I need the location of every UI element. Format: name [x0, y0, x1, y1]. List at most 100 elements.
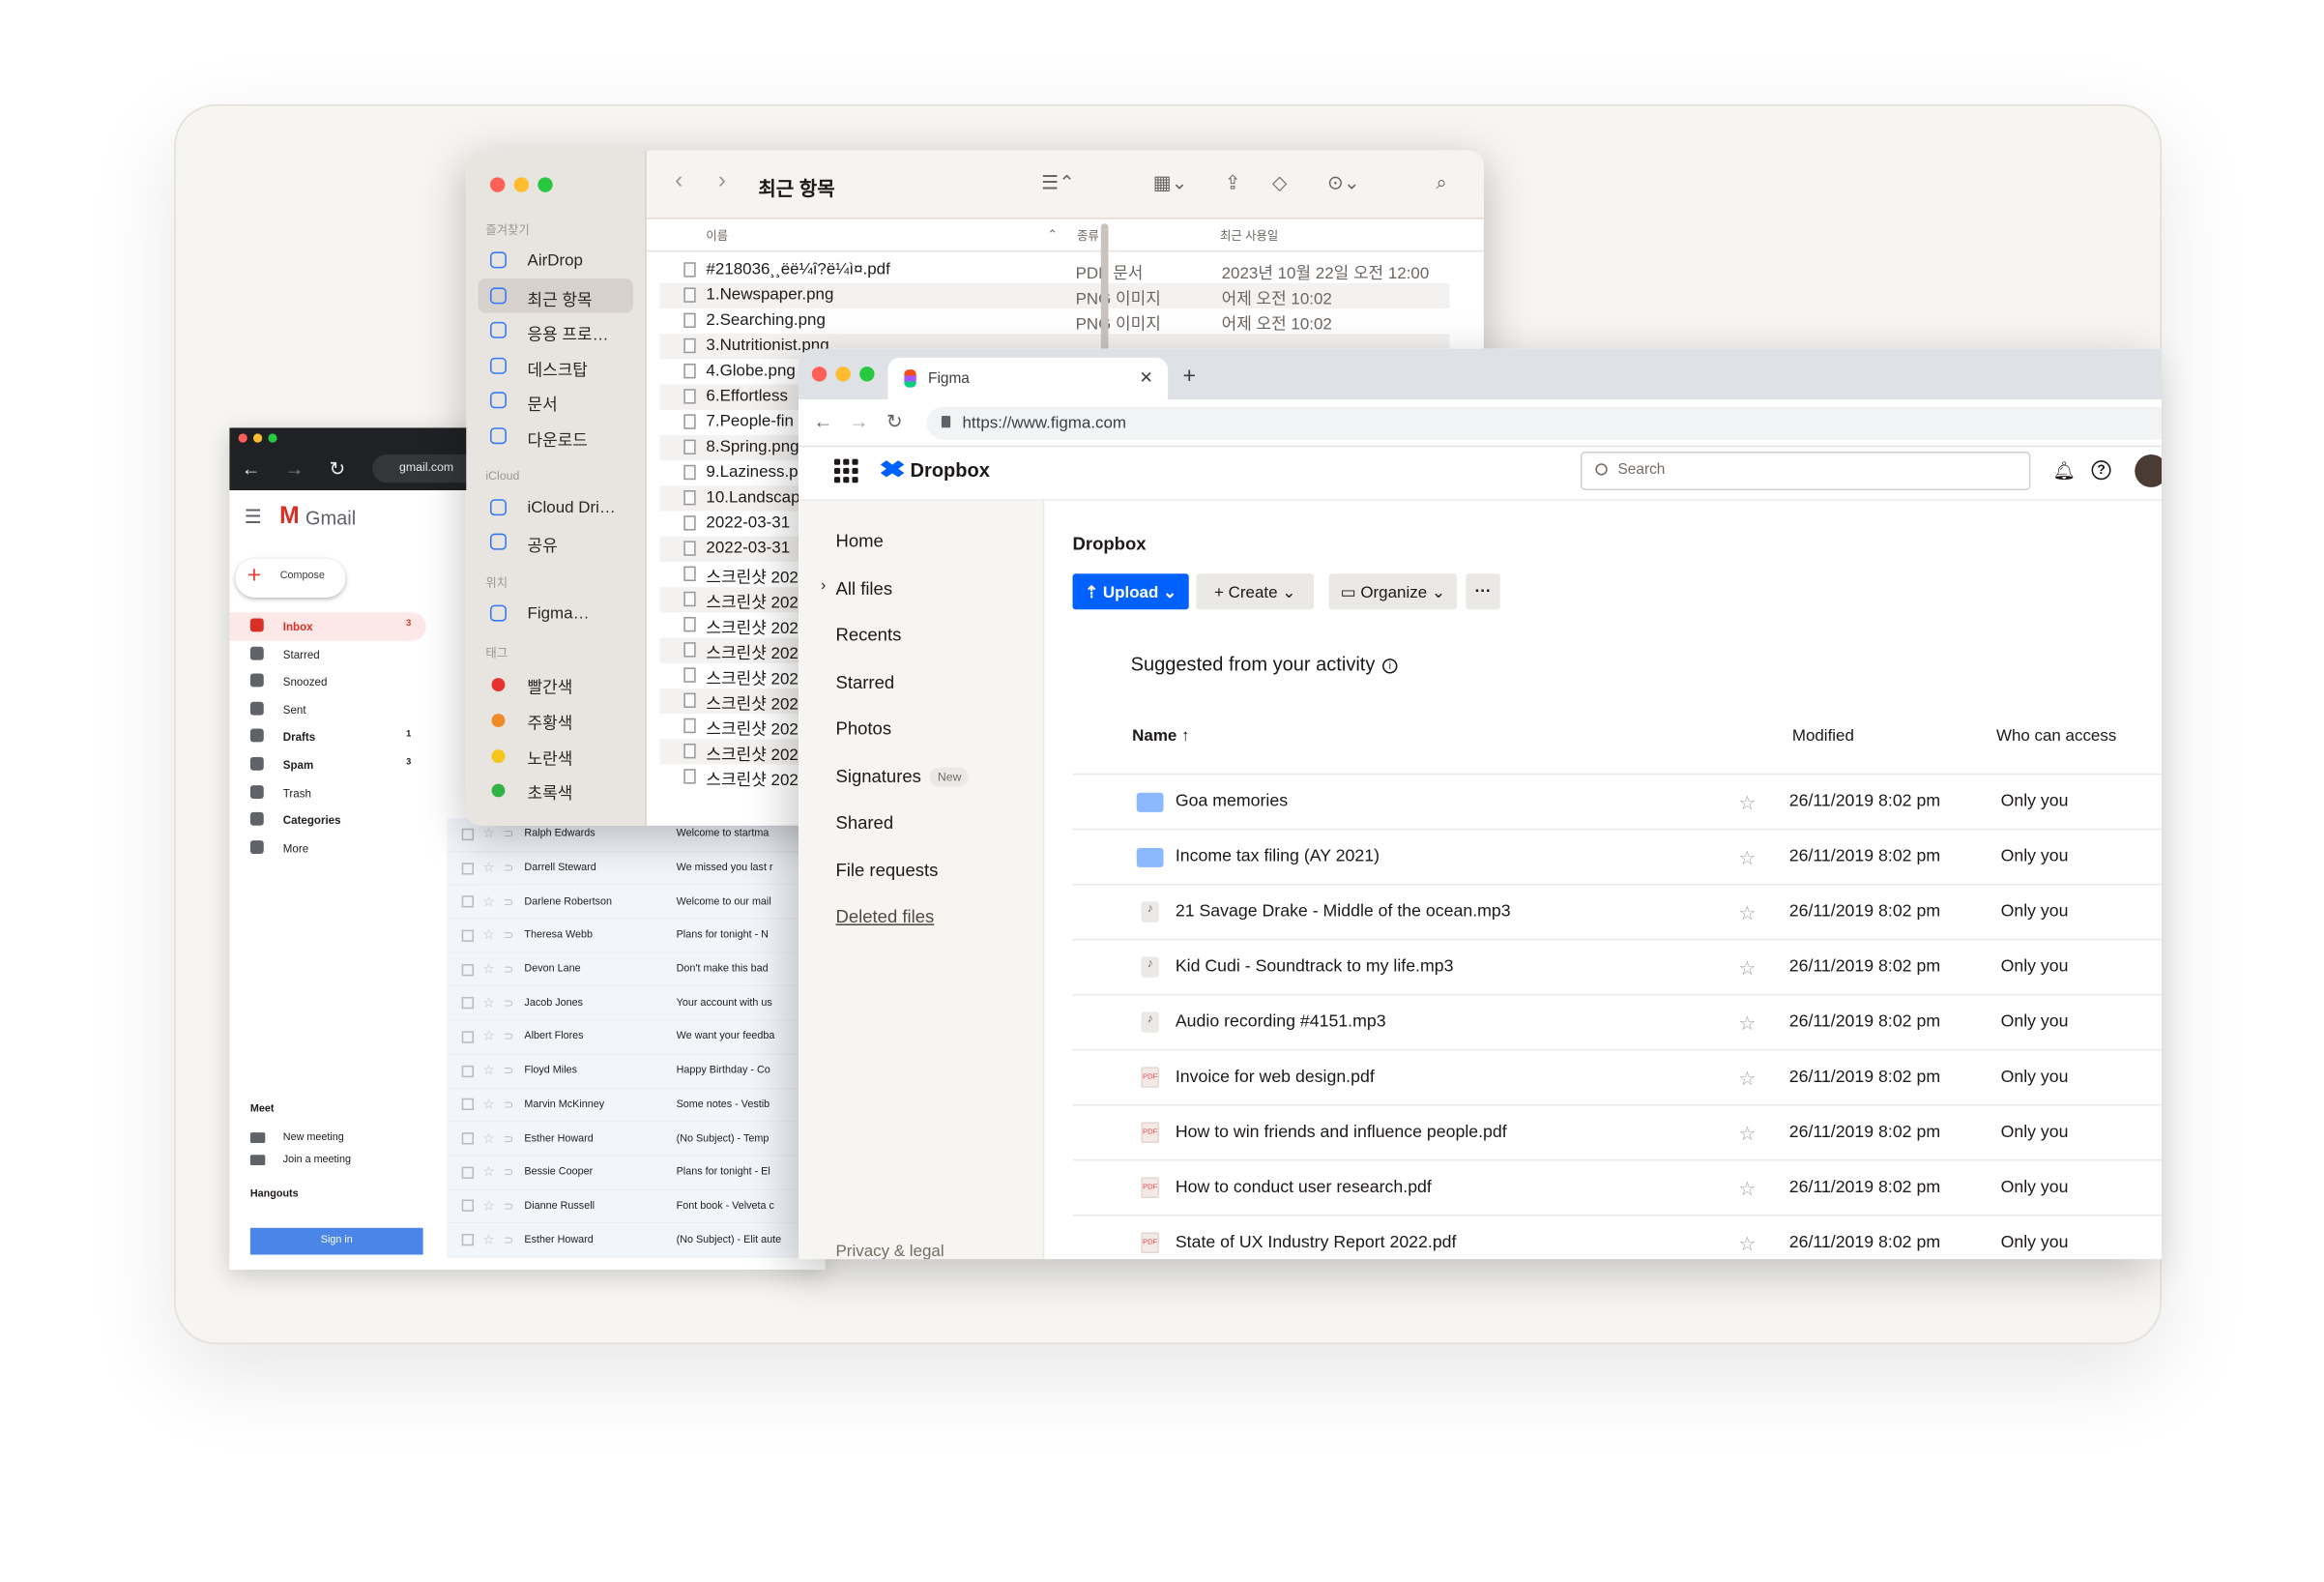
important-icon[interactable]: ⊃ — [504, 1098, 525, 1111]
star-icon[interactable]: ☆ — [482, 894, 504, 910]
group-icon[interactable]: ▦⌄ — [1153, 171, 1188, 195]
nav-all-files[interactable]: › All files — [799, 553, 1043, 601]
close-dot[interactable] — [811, 366, 828, 382]
file-row[interactable]: 1.Newspaper.png PNG 이미지 어제 오전 10:02 — [659, 282, 1450, 308]
star-icon[interactable]: ☆ — [1738, 956, 1756, 981]
important-icon[interactable]: ⊃ — [504, 1131, 525, 1145]
email-row[interactable]: ☆ ⊃ Floyd Miles Happy Birthday - Co — [447, 1054, 820, 1089]
dropbox-logo[interactable]: Dropbox — [880, 459, 990, 482]
important-icon[interactable]: ⊃ — [504, 862, 525, 875]
email-row[interactable]: ☆ ⊃ Marvin McKinney Some notes - Vestib — [447, 1088, 820, 1123]
sidebar-item-snoozed[interactable]: Snoozed — [229, 668, 425, 696]
important-icon[interactable]: ⊃ — [504, 895, 525, 909]
file-row[interactable]: ♪ 21 Savage Drake - Middle of the ocean.m… — [1072, 885, 2162, 941]
file-row[interactable]: Income tax filing (AY 2021) ☆ 26/11/2019 8… — [1072, 830, 2162, 886]
star-icon[interactable]: ☆ — [482, 995, 504, 1011]
file-row[interactable]: PDF State of UX Industry Report 2022.pdf ☆… — [1073, 1216, 2162, 1259]
select-checkbox[interactable] — [461, 862, 475, 874]
important-icon[interactable]: ⊃ — [504, 1165, 525, 1179]
avatar[interactable] — [2135, 454, 2162, 487]
star-icon[interactable]: ☆ — [482, 1130, 504, 1147]
forward-icon[interactable]: → — [849, 410, 868, 432]
file-name[interactable]: Invoice for web design.pdf — [1176, 1069, 1375, 1086]
select-checkbox[interactable] — [461, 895, 475, 908]
file-name[interactable]: Goa memories — [1176, 793, 1288, 810]
app-grid-icon[interactable] — [833, 458, 858, 483]
zoom-dot[interactable] — [537, 177, 553, 192]
select-checkbox[interactable] — [461, 963, 475, 976]
search-icon[interactable]: ⌕ — [1437, 171, 1447, 195]
file-row[interactable]: Goa memories ☆ 26/11/2019 8:02 pm Only you — [1072, 775, 2162, 831]
tag-item[interactable]: 주황색 — [479, 702, 633, 737]
file-row[interactable]: PDF Invoice for web design.pdf ☆ 26/11/2019… — [1072, 1050, 2162, 1106]
nav-photos[interactable]: Photos — [799, 694, 1043, 742]
zoom-dot[interactable] — [268, 433, 277, 443]
url-input[interactable]: https://www.figma.com — [926, 406, 2162, 440]
sidebar-item-sent[interactable]: Sent — [229, 695, 425, 723]
star-icon[interactable]: ☆ — [482, 1164, 504, 1181]
column-kind[interactable]: 종류 — [1077, 228, 1099, 245]
sidebar-item[interactable]: 응용 프로… — [479, 313, 633, 348]
sidebar-item-starred[interactable]: Starred — [229, 640, 425, 668]
email-row[interactable]: ☆ ⊃ Jacob Jones Your account with us — [447, 986, 820, 1021]
sidebar-item-trash[interactable]: Trash — [229, 778, 425, 806]
important-icon[interactable]: ⊃ — [504, 963, 525, 977]
file-name[interactable]: Audio recording #4151.mp3 — [1176, 1013, 1386, 1031]
star-icon[interactable]: ☆ — [482, 826, 504, 842]
select-checkbox[interactable] — [461, 997, 475, 1010]
tag-icon[interactable]: ◇ — [1272, 171, 1287, 195]
column-access[interactable]: Who can access — [1996, 727, 2116, 745]
star-icon[interactable]: ☆ — [482, 961, 504, 978]
reload-icon[interactable]: ↻ — [886, 410, 903, 434]
back-icon[interactable]: ‹ — [675, 168, 683, 195]
select-checkbox[interactable] — [461, 1132, 475, 1145]
star-icon[interactable]: ☆ — [1738, 846, 1756, 870]
important-icon[interactable]: ⊃ — [504, 1199, 525, 1213]
new-tab-icon[interactable]: + — [1183, 364, 1197, 389]
share-icon[interactable]: ⇪ — [1225, 171, 1241, 195]
file-row[interactable]: ♪ Kid Cudi - Soundtrack to my life.mp3 ☆ 26… — [1072, 940, 2162, 996]
sidebar-item-categories[interactable]: Categories — [229, 806, 425, 835]
email-row[interactable]: ☆ ⊃ Darrell Steward We missed you last r — [447, 851, 820, 886]
star-icon[interactable]: ☆ — [1738, 901, 1756, 925]
tag-item[interactable]: 노란색 — [479, 737, 633, 772]
search-input[interactable]: Search — [1581, 451, 2031, 490]
sidebar-item[interactable]: AirDrop — [479, 243, 633, 278]
star-icon[interactable]: ☆ — [1738, 1122, 1756, 1146]
forward-icon[interactable]: → — [284, 457, 304, 480]
column-modified[interactable]: Modified — [1792, 727, 1854, 745]
back-icon[interactable]: ← — [242, 457, 261, 480]
file-row[interactable]: PDF How to conduct user research.pdf ☆ 26/1… — [1072, 1160, 2162, 1216]
select-checkbox[interactable] — [461, 1099, 475, 1111]
minimize-dot[interactable] — [252, 433, 263, 443]
star-icon[interactable]: ☆ — [1738, 1011, 1756, 1036]
file-row[interactable]: #218036¸¸ëë¼î?ë¼ì¤.pdf PDF 문서 2023년 10월 22… — [660, 258, 1450, 283]
sidebar-item[interactable]: 문서 — [479, 384, 633, 419]
file-name[interactable]: 21 Savage Drake - Middle of the ocean.mp… — [1176, 903, 1511, 921]
sidebar-item[interactable]: 데스크탑 — [479, 348, 633, 383]
star-icon[interactable]: ☆ — [482, 1063, 504, 1079]
more-options-icon[interactable]: ⊙⌄ — [1327, 171, 1360, 195]
tag-item[interactable]: 초록색 — [479, 772, 633, 806]
star-icon[interactable]: ☆ — [482, 927, 504, 944]
more-actions-button[interactable]: ··· — [1466, 573, 1500, 610]
forward-icon[interactable]: › — [718, 168, 726, 195]
close-dot[interactable] — [489, 177, 506, 192]
email-row[interactable]: ☆ ⊃ Dianne Russell Font book - Velveta c — [447, 1189, 820, 1224]
nav-signatures[interactable]: Signatures New — [799, 742, 1043, 789]
star-icon[interactable]: ☆ — [482, 1232, 504, 1248]
sidebar-item-spam[interactable]: Spam 3 — [229, 751, 425, 779]
email-row[interactable]: ☆ ⊃ Esther Howard (No Subject) - Temp — [447, 1122, 820, 1157]
compose-button[interactable]: + Compose — [235, 558, 346, 598]
nav-deleted-files[interactable]: Deleted files — [799, 882, 1043, 929]
star-icon[interactable]: ☆ — [482, 1097, 504, 1113]
join-meeting-link[interactable]: Join a meeting — [249, 1149, 429, 1171]
select-checkbox[interactable] — [461, 1234, 475, 1246]
file-name[interactable]: State of UX Industry Report 2022.pdf — [1176, 1234, 1457, 1251]
sidebar-item[interactable]: 공유 — [479, 525, 633, 560]
nav-shared[interactable]: Shared — [799, 788, 1043, 835]
column-name[interactable]: Name ↑ — [1132, 727, 1189, 745]
important-icon[interactable]: ⊃ — [504, 1065, 525, 1078]
important-icon[interactable]: ⊃ — [504, 1031, 525, 1044]
column-date[interactable]: 최근 사용일 — [1220, 228, 1278, 245]
